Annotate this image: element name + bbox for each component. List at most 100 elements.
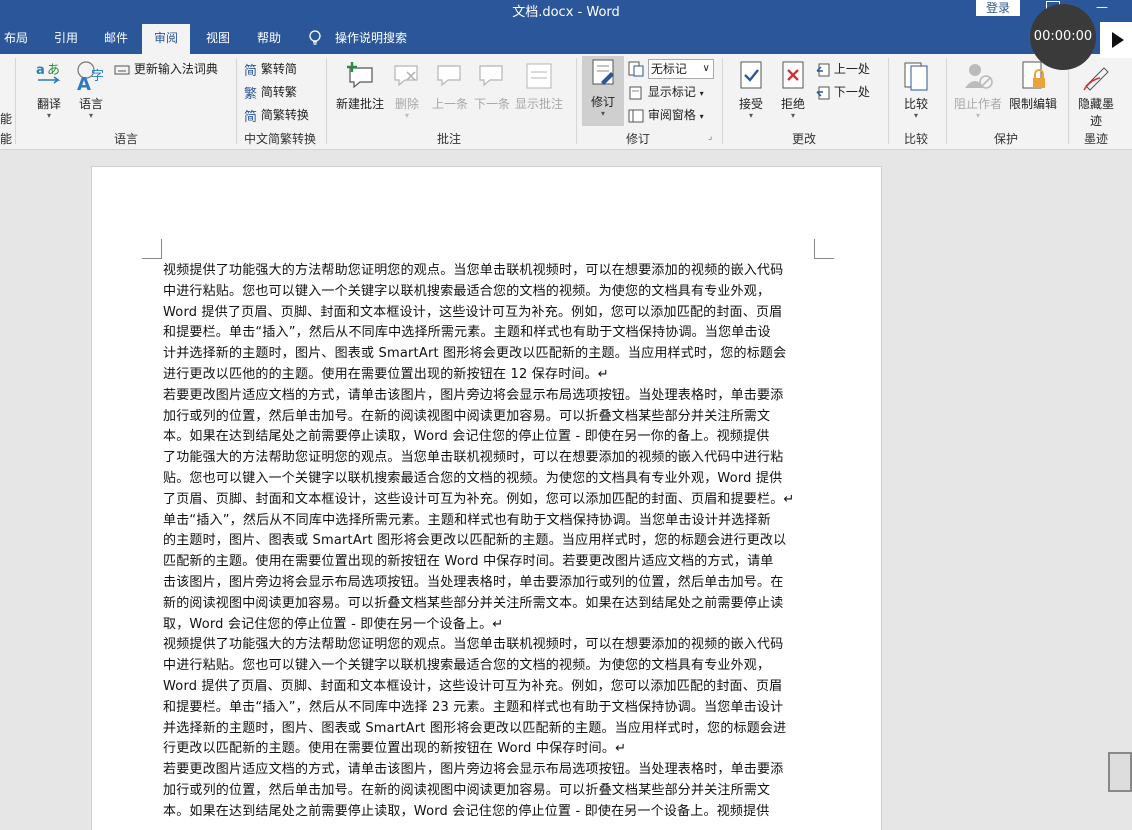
svg-text:字: 字 — [91, 69, 104, 84]
accept-label: 接受 — [738, 97, 763, 111]
play-icon — [1112, 32, 1124, 48]
review-pane-button[interactable]: 审阅窗格 ▾ — [628, 106, 704, 123]
lightbulb-icon — [309, 30, 321, 45]
review-pane-label: 审阅窗格 — [647, 108, 696, 122]
reject-button[interactable]: 拒绝 ▾ — [774, 60, 812, 120]
delete-comment-button[interactable]: 删除 ▾ — [390, 60, 424, 120]
next-comment-icon — [479, 65, 503, 87]
cut-off-label: 能 — [0, 112, 13, 126]
document-line: 击该图片，图片旁边将会显示布局选项按钮。当处理表格时，单击要添加行或列的位置，然… — [163, 574, 784, 590]
hide-ink-button[interactable]: 隐藏墨 迹 — [1074, 60, 1118, 129]
document-line: 本。如果在达到结尾处之前需要停止读取，Word 会记住您的停止位置 - 即使在另… — [163, 429, 770, 445]
next-change-icon — [816, 86, 830, 99]
update-ime-dictionary-button[interactable]: 更新输入法词典 — [114, 60, 218, 77]
new-comment-button[interactable]: 新建批注 — [334, 60, 386, 112]
block-authors-label: 阻止作者 — [953, 97, 1002, 111]
language-icon: A 字 — [77, 61, 104, 95]
tab-mailings[interactable]: 邮件 — [102, 22, 130, 54]
markup-display-icon — [628, 61, 644, 77]
restrict-editing-icon — [1022, 61, 1045, 89]
play-button[interactable] — [1100, 22, 1132, 58]
delete-comment-icon — [394, 65, 418, 87]
document-line: 匹配新的主题。使用在需要位置出现的新按钮在 Word 中保存时间。若要更改图片适… — [163, 554, 774, 570]
document-page[interactable]: 视频提供了功能强大的方法帮助您证明您的观点。当您单击联机视频时，可以在想要添加的… — [91, 166, 882, 830]
track-changes-button[interactable]: 修订 ▾ — [582, 56, 624, 126]
group-chinese-conversion: 中文简繁转换 — [243, 132, 316, 146]
next-comment-button[interactable]: 下一条 — [472, 60, 512, 112]
to-traditional-label: 简转繁 — [260, 85, 297, 99]
traditional-to-simplified-button[interactable]: 简 繁转简 — [244, 60, 297, 79]
document-line: 本。如果在达到结尾处之前需要停止读取，Word 会记住您的停止位置 - 即使在另… — [163, 803, 770, 819]
tab-view[interactable]: 视图 — [204, 22, 232, 54]
document-line: 若要更改图片适应文档的方式，请单击该图片，图片旁边将会显示布局选项按钮。当处理表… — [163, 762, 784, 778]
translate-button[interactable]: a あ 翻译 ▾ — [32, 60, 66, 120]
login-button[interactable]: 登录 — [976, 0, 1020, 16]
previous-change-label: 上一处 — [833, 62, 870, 76]
side-widget[interactable] — [1108, 752, 1132, 792]
document-line: 取，Word 会记住您的停止位置 - 即使在另一个设备上。↵ — [163, 616, 504, 632]
translate-icon: a あ — [36, 63, 61, 84]
track-changes-label: 修订 — [590, 95, 615, 109]
document-line: 并选择新的主题时，图片、图表或 SmartArt 图形将会更改以匹配新的主题。当… — [163, 720, 787, 736]
previous-change-button[interactable]: 上一处 — [816, 60, 870, 77]
language-button[interactable]: A 字 语言 ▾ — [72, 60, 110, 120]
group-comments: 批注 — [436, 132, 461, 146]
tab-references[interactable]: 引用 — [52, 22, 80, 54]
reject-icon — [782, 61, 804, 89]
next-change-button[interactable]: 下一处 — [816, 83, 870, 100]
tab-review[interactable]: 审阅 — [142, 24, 191, 54]
reject-label: 拒绝 — [780, 97, 805, 111]
document-body[interactable]: 视频提供了功能强大的方法帮助您证明您的观点。当您单击联机视频时，可以在想要添加的… — [163, 261, 816, 823]
markup-dropdown[interactable]: 无标记 ∨ — [628, 59, 714, 79]
show-markup-button[interactable]: 显示标记 ▾ — [628, 83, 704, 100]
document-line: 和提要栏。单击“插入”，然后从不同库中选择所需元素。主题和样式也有助于文档保持协… — [163, 325, 771, 341]
document-line: Word 提供了页眉、页脚、封面和文本框设计，这些设计可互为补充。例如，您可以添… — [163, 678, 783, 694]
accept-icon — [740, 61, 762, 89]
keyboard-icon — [114, 65, 130, 74]
previous-change-icon — [816, 63, 830, 76]
svg-text:a: a — [36, 63, 45, 78]
minimize-icon[interactable]: — — [1096, 0, 1108, 14]
convert-chinese-button[interactable]: 简 简繁转换 — [244, 106, 309, 125]
tracking-options-launcher-icon[interactable]: ⌟ — [708, 132, 712, 142]
previous-comment-button[interactable]: 上一条 — [430, 60, 470, 112]
simplified-to-traditional-button[interactable]: 繁 简转繁 — [244, 83, 297, 102]
new-comment-icon — [347, 62, 373, 89]
compare-button[interactable]: 比较 ▾ — [898, 60, 934, 120]
document-line: 贴。您也可以键入一个关键字以联机搜索最适合您的文档的视频。为使您的文档具有专业外… — [163, 470, 783, 486]
document-line: 计并选择新的主题时，图片、图表或 SmartArt 图形将会更改以匹配新的主题。… — [163, 346, 787, 362]
hide-ink-label-1: 隐藏墨 — [1077, 97, 1114, 111]
hide-ink-icon — [1083, 67, 1109, 91]
ribbon: 能 能 a あ 翻译 ▾ A 字 语言 ▾ 更新输入法词典 语言 简 繁转简 繁… — [0, 54, 1132, 150]
track-changes-icon — [592, 59, 614, 85]
document-line: 新的阅读视图中阅读更加容易。可以折叠文档某些部分并关注所需文本。如果在达到结尾处… — [163, 595, 784, 611]
document-line: 了页眉、页脚、封面和文本框设计，这些设计可互为补充。例如，您可以添加匹配的封面、… — [163, 491, 795, 507]
tell-me-search[interactable]: 操作说明搜索 — [333, 22, 409, 54]
next-comment-label: 下一条 — [473, 97, 510, 111]
show-markup-icon — [629, 86, 642, 99]
compare-icon — [904, 62, 928, 91]
document-line: 中进行粘贴。您也可以键入一个关键字以联机搜索最适合您的文档的视频。为使您的文档具… — [163, 658, 771, 674]
ribbon-tabs: 布局 引用 邮件 审阅 视图 帮助 操作说明搜索 — [0, 22, 1132, 54]
show-comments-button[interactable]: 显示批注 — [514, 60, 564, 112]
title-bar: 文档.docx - Word 登录 — — [0, 0, 1132, 22]
update-ime-label: 更新输入法词典 — [133, 62, 218, 76]
accept-button[interactable]: 接受 ▾ — [732, 60, 770, 120]
cut-off-label-2: 能 — [0, 132, 13, 146]
language-label: 语言 — [78, 97, 103, 111]
group-tracking: 修订 — [625, 132, 650, 146]
tab-help[interactable]: 帮助 — [255, 22, 283, 54]
block-authors-icon — [965, 64, 993, 89]
convert-icon: 简 — [244, 110, 258, 125]
crop-mark-top-left — [142, 239, 162, 259]
group-protect: 保护 — [993, 132, 1018, 146]
group-changes: 更改 — [791, 132, 816, 146]
block-authors-button[interactable]: 阻止作者 ▾ — [952, 60, 1004, 120]
show-comments-label: 显示批注 — [514, 97, 563, 111]
window-title: 文档.docx - Word — [512, 5, 620, 20]
review-pane-icon — [628, 109, 644, 122]
hide-ink-label-2: 迹 — [1089, 114, 1102, 128]
compare-label: 比较 — [903, 97, 928, 111]
tab-layout[interactable]: 布局 — [2, 22, 30, 54]
document-line: 视频提供了功能强大的方法帮助您证明您的观点。当您单击联机视频时，可以在想要添加的… — [163, 263, 784, 278]
